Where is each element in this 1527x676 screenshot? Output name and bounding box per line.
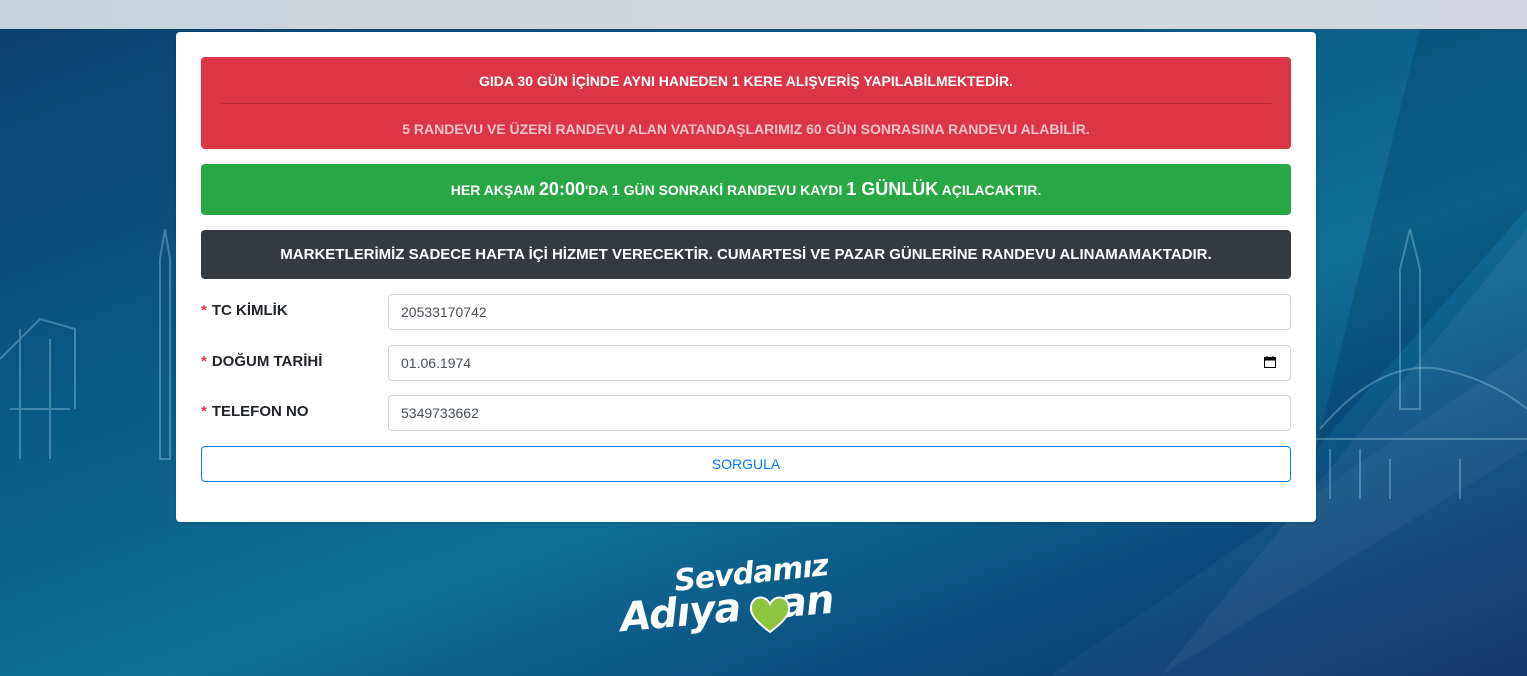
logo-text-part: Adıya xyxy=(618,584,743,642)
tc-kimlik-label: * TC KİMLİK xyxy=(201,294,288,330)
birth-date-input[interactable]: 01.06.1974 xyxy=(388,345,1291,381)
alert-duration: 1 GÜNLÜK xyxy=(846,179,939,199)
required-mark: * xyxy=(201,353,207,370)
top-bar xyxy=(0,0,1527,29)
phone-input[interactable]: 5349733662 xyxy=(388,395,1291,431)
appointment-form-card: GIDA 30 GÜN İÇİNDE AYNI HANEDEN 1 KERE A… xyxy=(176,32,1316,522)
alert-text-food-limit: GIDA 30 GÜN İÇİNDE AYNI HANEDEN 1 KERE A… xyxy=(479,73,1013,89)
alert-text-appointment-limit: 5 RANDEVU VE ÜZERİ RANDEVU ALAN VATANDAŞ… xyxy=(402,121,1090,137)
alert-text-part: 'DA 1 GÜN SONRAKİ RANDEVU KAYDI xyxy=(584,182,847,198)
birth-date-label: * DOĞUM TARİHİ xyxy=(201,345,322,381)
logo-text-line2: Adıya an xyxy=(618,577,835,641)
required-mark: * xyxy=(201,302,207,319)
schedule-info-alert: HER AKŞAM 20:00'DA 1 GÜN SONRAKİ RANDEVU… xyxy=(201,164,1291,215)
alert-time: 20:00 xyxy=(538,179,585,199)
birth-date-label-text: DOĞUM TARİHİ xyxy=(211,353,323,370)
query-button[interactable]: SORGULA xyxy=(201,446,1291,482)
sevdamiz-adiyaman-logo: Sevdamız Adıya an xyxy=(612,548,872,650)
phone-label: * TELEFON NO xyxy=(201,395,309,431)
phone-value: 5349733662 xyxy=(401,405,479,421)
calendar-icon[interactable] xyxy=(1264,356,1276,368)
alert-text-part: AÇILACAKTIR. xyxy=(938,182,1042,198)
birth-date-row: * DOĞUM TARİHİ 01.06.1974 xyxy=(201,345,1291,381)
tc-kimlik-row: * TC KİMLİK 20533170742 xyxy=(201,294,1291,330)
phone-label-text: TELEFON NO xyxy=(211,403,309,420)
tc-kimlik-label-text: TC KİMLİK xyxy=(211,302,288,319)
birth-date-value: 01.06.1974 xyxy=(401,355,472,371)
alert-divider xyxy=(221,103,1271,104)
tc-kimlik-input[interactable]: 20533170742 xyxy=(388,294,1291,330)
alert-text-part: HER AKŞAM xyxy=(450,182,539,198)
heart-icon xyxy=(749,596,791,634)
phone-row: * TELEFON NO 5349733662 xyxy=(201,395,1291,431)
household-limit-alert: GIDA 30 GÜN İÇİNDE AYNI HANEDEN 1 KERE A… xyxy=(201,57,1291,149)
required-mark: * xyxy=(201,403,207,420)
tc-kimlik-value: 20533170742 xyxy=(401,304,487,320)
weekday-service-alert: MARKETLERİMİZ SADECE HAFTA İÇİ HİZMET VE… xyxy=(201,230,1291,279)
